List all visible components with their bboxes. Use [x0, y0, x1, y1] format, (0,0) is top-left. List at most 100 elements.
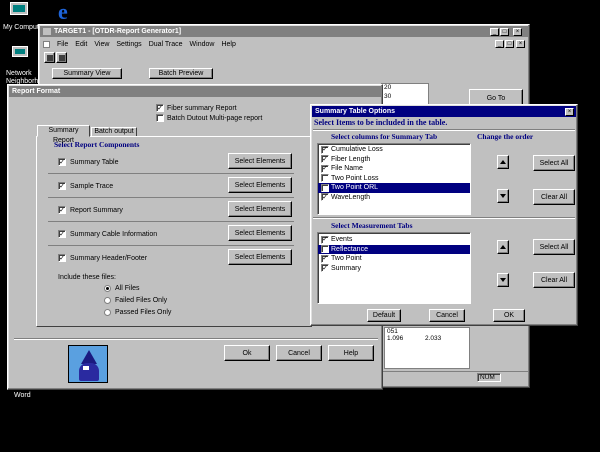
measurement-tabs-list[interactable]: ✓ Events Reflectance ✓ Two Point ✓ Summary — [317, 232, 471, 304]
list-item[interactable]: Two Point ORL — [318, 183, 470, 193]
checkbox-icon: ✓ — [321, 254, 329, 263]
select-elements-button[interactable]: Select Elements — [228, 177, 292, 193]
my-computer-icon[interactable] — [8, 2, 30, 20]
menu-bar: File Edit View Settings Dual Trace Windo… — [41, 39, 527, 49]
checkbox-icon: ✓ — [321, 145, 329, 154]
maximize-icon[interactable]: □ — [500, 28, 509, 36]
checkbox-icon: ✓ — [156, 104, 164, 112]
options-cancel-button[interactable]: Cancel — [429, 309, 465, 322]
list-item[interactable]: Two Point Loss — [318, 174, 470, 184]
options-ok-button[interactable]: OK — [493, 309, 525, 322]
radio-all-files[interactable]: All Files — [104, 285, 140, 292]
tabs-move-up-button[interactable] — [497, 240, 509, 254]
batch-preview-button[interactable]: Batch Preview — [149, 68, 213, 79]
bg-value: 20 — [384, 84, 392, 91]
list-item[interactable]: ✓ Fiber Length — [318, 155, 470, 165]
list-item[interactable]: Reflectance — [318, 244, 470, 254]
summary-view-button[interactable]: Summary View — [52, 68, 122, 79]
menu-file[interactable]: File — [57, 41, 68, 48]
cable-info-checkbox[interactable]: ✓ — [58, 230, 66, 238]
status-num: NUM — [477, 373, 501, 382]
menu-window[interactable]: Window — [190, 41, 215, 48]
arrow-up-icon — [500, 245, 506, 249]
fiber-summary-label: Fiber summary Report — [167, 104, 237, 112]
list-item[interactable]: ✓ WaveLength — [318, 193, 470, 203]
minimize-icon[interactable]: _ — [490, 28, 499, 36]
menu-dual-trace[interactable]: Dual Trace — [149, 41, 183, 48]
summary-options-subtitle: Select Items to be included in the table… — [314, 118, 448, 127]
select-elements-button[interactable]: Select Elements — [228, 249, 292, 265]
list-item[interactable]: ✓ Two Point — [318, 254, 470, 264]
menu-view[interactable]: View — [94, 41, 109, 48]
doc-restore-icon[interactable]: □ — [505, 40, 514, 48]
header-footer-checkbox[interactable]: ✓ — [58, 254, 66, 262]
checkbox-icon — [321, 183, 329, 192]
select-elements-button[interactable]: Select Elements — [228, 153, 292, 169]
summary-table-checkbox[interactable]: ✓ — [58, 158, 66, 166]
list-item[interactable]: ✓ Cumulative Loss — [318, 145, 470, 155]
menu-settings[interactable]: Settings — [116, 41, 141, 48]
radio-passed-files[interactable]: Passed Files Only — [104, 309, 171, 316]
menu-help[interactable]: Help — [221, 41, 235, 48]
list-item[interactable]: ✓ Events — [318, 235, 470, 245]
tabs-header: Select Measurement Tabs — [331, 221, 413, 230]
default-button[interactable]: Default — [367, 309, 401, 322]
bg-value: 2.033 — [425, 335, 442, 342]
list-item[interactable]: ✓ Summary — [318, 264, 470, 274]
batch-output-multipage-checkbox[interactable]: Batch Dutout Multi-page report — [156, 114, 262, 122]
component-label: Sample Trace — [70, 183, 114, 190]
report-format-titlebar[interactable]: Report Format — [9, 86, 381, 97]
arrow-down-icon — [500, 278, 506, 282]
section-divider — [313, 217, 575, 219]
close-icon[interactable]: × — [565, 108, 574, 116]
toolbar-icon-1[interactable] — [44, 52, 55, 63]
columns-select-all-button[interactable]: Select All — [533, 155, 575, 171]
component-row: ✓ Summary Table Select Elements — [48, 150, 294, 174]
report-cancel-button[interactable]: Cancel — [276, 345, 322, 361]
component-row: ✓ Sample Trace Select Elements — [48, 174, 294, 198]
close-icon[interactable]: × — [513, 28, 522, 36]
checkbox-icon: ✓ — [321, 155, 329, 164]
list-item[interactable]: ✓ File Name — [318, 164, 470, 174]
tab-summary-report[interactable]: Summary Report — [37, 125, 90, 144]
doc-minimize-icon[interactable]: _ — [495, 40, 504, 48]
select-elements-button[interactable]: Select Elements — [228, 201, 292, 217]
arrow-up-icon — [500, 160, 506, 164]
summary-options-titlebar[interactable]: Summary Table Options — [312, 106, 576, 117]
tabs-move-down-button[interactable] — [497, 273, 509, 287]
bg-value: 30 — [384, 93, 392, 100]
main-window-titlebar[interactable]: TARGET1 - [OTDR-Report Generator1] — [40, 26, 528, 37]
radio-failed-files[interactable]: Failed Files Only — [104, 297, 167, 304]
columns-clear-all-button[interactable]: Clear All — [533, 189, 575, 205]
my-computer-label: My Comput — [3, 24, 39, 31]
network-neighborhood-icon[interactable] — [12, 46, 32, 64]
report-summary-checkbox[interactable]: ✓ — [58, 206, 66, 214]
checkbox-icon — [321, 174, 329, 183]
checkbox-icon — [156, 114, 164, 122]
radio-icon — [104, 285, 111, 292]
sample-trace-checkbox[interactable]: ✓ — [58, 182, 66, 190]
main-window-title: TARGET1 - [OTDR-Report Generator1] — [54, 28, 182, 35]
move-up-button[interactable] — [497, 155, 509, 169]
bg-value-list: 20 30 — [381, 83, 429, 105]
include-files-label: Include these files: — [58, 274, 116, 281]
report-help-button[interactable]: Help — [328, 345, 374, 361]
columns-list[interactable]: ✓ Cumulative Loss ✓ Fiber Length ✓ File Nam… — [317, 143, 471, 215]
menu-edit[interactable]: Edit — [75, 41, 87, 48]
ie-icon[interactable]: e — [58, 1, 78, 23]
toolbar — [42, 51, 528, 65]
tabs-select-all-button[interactable]: Select All — [533, 239, 575, 255]
doc-close-icon[interactable]: × — [516, 40, 525, 48]
summary-options-dialog: Summary Table Options × Select Items to … — [310, 104, 578, 326]
separator — [14, 338, 378, 340]
radio-icon — [104, 297, 111, 304]
fiber-summary-checkbox[interactable]: ✓ Fiber summary Report — [156, 104, 237, 112]
select-elements-button[interactable]: Select Elements — [228, 225, 292, 241]
move-down-button[interactable] — [497, 189, 509, 203]
toolbar-icon-2[interactable] — [56, 52, 67, 63]
components-group: ✓ Summary Table Select Elements ✓ Sample… — [48, 150, 294, 270]
app-icon — [43, 28, 51, 35]
tabs-clear-all-button[interactable]: Clear All — [533, 272, 575, 288]
arrow-down-icon — [500, 194, 506, 198]
report-ok-button[interactable]: Ok — [224, 345, 270, 361]
